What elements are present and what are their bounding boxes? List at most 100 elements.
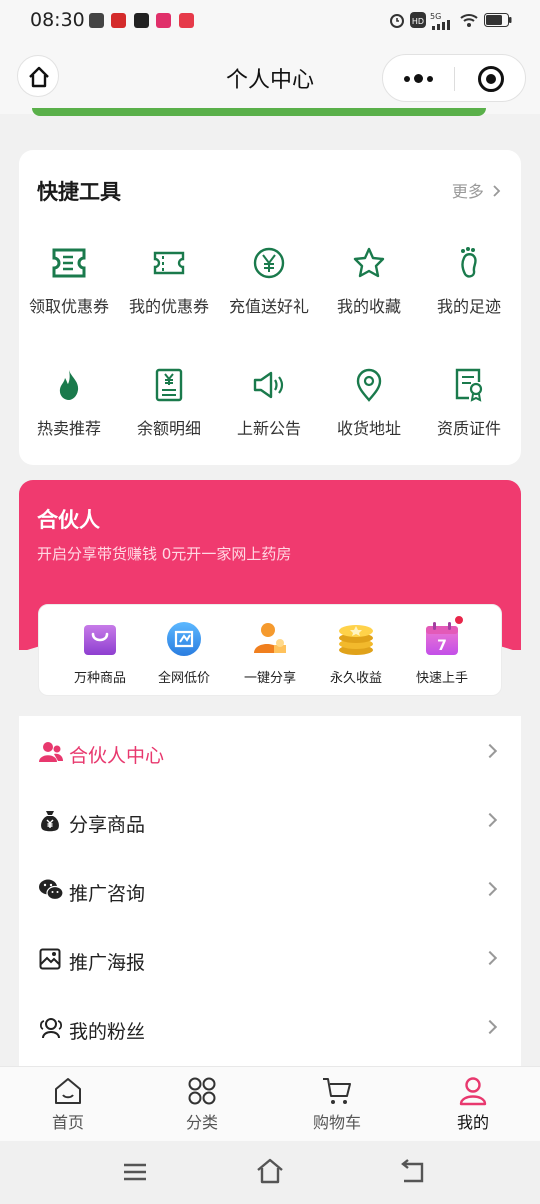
tool-footprints[interactable]: 我的足迹 [419,246,519,317]
share-person-icon [254,623,286,653]
chevron-right-icon [482,950,498,966]
tool-recharge[interactable]: 充值送好礼 [219,246,319,317]
bottom-tab-bar: 首页 分类 购物车 我的 [0,1066,540,1141]
tool-get-coupon[interactable]: 领取优惠券 [19,246,119,317]
page-title: 个人中心 [225,68,314,93]
tool-label: 热卖推荐 [36,419,101,438]
tab-category[interactable]: 分类 [152,1076,252,1133]
tool-balance-details[interactable]: 余额明细 [119,368,219,439]
tab-label: 首页 [51,1113,84,1132]
tab-cart[interactable]: 购物车 [287,1076,387,1133]
notification-app-icon [134,13,149,28]
home-button[interactable] [17,55,59,97]
flame-icon [59,370,79,400]
menu-my-fans[interactable]: 我的粉丝 [19,994,521,1063]
more-link-label: 更多 [451,182,484,201]
tool-address[interactable]: 收货地址 [319,368,419,439]
feature-quick-start[interactable]: 7 快速上手 [399,615,485,686]
chevron-right-icon [482,743,498,759]
coupon-icon [153,251,185,275]
feature-label: 快速上手 [415,671,468,686]
tool-label: 资质证件 [436,419,501,438]
tool-favorites[interactable]: 我的收藏 [319,246,419,317]
tool-label: 收货地址 [336,419,401,438]
tool-label: 上新公告 [236,419,301,438]
star-icon [353,247,385,278]
speaker-icon [253,371,284,399]
feature-label: 万种商品 [73,671,126,686]
back-nav-icon[interactable] [398,1159,426,1185]
menu-lines-icon[interactable] [122,1161,148,1183]
notification-app-icon [156,13,171,28]
wifi-icon [460,14,478,27]
more-link[interactable]: 更多 [452,178,503,202]
home-icon [55,1078,81,1104]
hd-icon: HD [410,12,426,28]
more-dot-icon [427,76,433,82]
quick-tools-title: 快捷工具 [37,180,121,204]
shopping-bag-icon [84,625,116,655]
partner-subtitle: 开启分享带货赚钱 0元开一家网上药房 [37,545,292,563]
coin-stack-icon [339,625,373,655]
feature-products[interactable]: 万种商品 [57,619,143,686]
capsule-divider [454,67,455,91]
more-dot-icon [414,74,423,83]
tab-home[interactable]: 首页 [18,1076,118,1133]
certificate-icon [455,368,483,402]
chevron-right-icon [493,185,501,197]
system-nav-bar [0,1141,540,1204]
quick-tools-card: 快捷工具 更多 领取优惠券 我的优惠券 充值送好礼 我的收藏 我的足迹 热卖推荐… [19,150,521,465]
tool-my-coupons[interactable]: 我的优惠券 [119,246,219,317]
ticket-icon [52,248,86,278]
red-dot-badge [454,615,464,625]
tool-label: 我的足迹 [436,297,501,316]
calendar-icon: 7 [426,622,458,655]
tab-profile[interactable]: 我的 [423,1076,523,1133]
tool-certificates[interactable]: 资质证件 [419,368,519,439]
partner-title: 合伙人 [37,508,100,532]
home-icon [29,66,49,88]
menu-share-products[interactable]: 分享商品 [19,787,521,856]
profile-icon [459,1077,487,1106]
status-bar: 08:30 HD 5G [0,0,540,42]
location-pin-icon [356,368,382,402]
menu-label: 我的粉丝 [69,1021,146,1043]
tab-label: 分类 [185,1113,218,1132]
more-menu-button[interactable] [383,55,453,101]
notification-app-icon [111,13,126,28]
home-nav-icon[interactable] [255,1157,285,1185]
svg-text:5G: 5G [430,12,441,21]
feature-low-price[interactable]: 全网低价 [141,619,227,686]
tab-label: 购物车 [312,1113,361,1132]
menu-label: 推广海报 [69,952,146,974]
money-bag-icon [41,811,59,832]
menu-partner-center[interactable]: 合伙人中心 [19,718,521,787]
balance-receipt-icon [155,368,183,402]
feature-one-click-share[interactable]: 一键分享 [227,619,313,686]
banner-edge [32,108,486,116]
chevron-right-icon [482,1019,498,1035]
partner-features: 万种商品 全网低价 一键分享 永久收益 7 快速上手 [38,604,502,696]
low-price-icon [167,622,201,656]
menu-promotion-poster[interactable]: 推广海报 [19,925,521,994]
partner-person-icon [39,742,63,762]
yen-circle-icon [253,247,285,279]
tool-announcements[interactable]: 上新公告 [219,368,319,439]
menu-label: 合伙人中心 [69,745,165,767]
signal-5g-icon: 5G [430,12,450,30]
tool-hot-picks[interactable]: 热卖推荐 [19,368,119,439]
battery-icon [484,13,512,27]
notification-app-icon [89,13,104,28]
close-program-icon[interactable] [478,66,504,92]
tool-label: 充值送好礼 [228,297,309,316]
status-time: 08:30 [30,9,85,31]
feature-permanent-income[interactable]: 永久收益 [313,619,399,686]
fans-icon [39,1018,63,1039]
header: 个人中心 [0,42,540,114]
tool-label: 领取优惠券 [28,297,109,316]
chevron-right-icon [482,881,498,897]
svg-text:HD: HD [412,17,424,26]
category-icon [188,1077,216,1105]
poster-icon [39,948,61,970]
menu-promotion-consult[interactable]: 推广咨询 [19,856,521,925]
